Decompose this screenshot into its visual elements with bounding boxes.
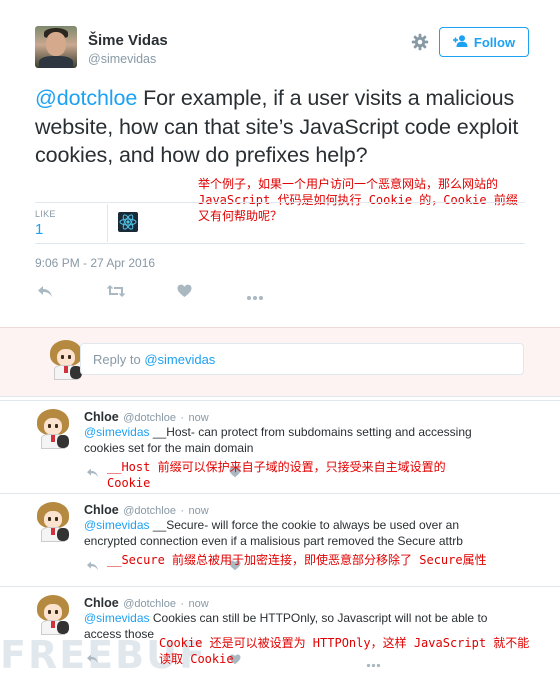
reply-icon[interactable] — [86, 465, 99, 483]
liker-avatar[interactable] — [118, 212, 138, 232]
like-count[interactable]: 1 — [35, 221, 43, 238]
reply-mention[interactable]: @simevidas — [84, 518, 150, 532]
reply-avatar[interactable] — [35, 595, 71, 635]
tweet-translation: 举个例子，如果一个用户访问一个恶意网站，那么网站的 JavaScript 代码是… — [198, 177, 518, 223]
retweet-icon[interactable] — [106, 284, 126, 303]
gear-icon[interactable] — [411, 33, 429, 51]
reply-dot: · — [180, 412, 185, 424]
reply-avatar[interactable] — [35, 502, 71, 542]
reply-mention[interactable]: @simevidas — [84, 611, 150, 625]
divider — [35, 243, 525, 244]
reply-time[interactable]: now — [189, 598, 209, 610]
reply-text: @simevidas __Secure- will force the cook… — [84, 517, 504, 549]
reply-handle[interactable]: @dotchloe — [123, 505, 176, 517]
reply-dot: · — [180, 598, 185, 610]
divider — [0, 586, 560, 587]
reply-mention[interactable]: @simevidas — [84, 425, 150, 439]
follow-label: Follow — [473, 34, 516, 50]
reply-name[interactable]: Chloe — [84, 503, 119, 517]
author-avatar[interactable] — [35, 26, 77, 68]
divider — [35, 202, 525, 203]
reply-prefix: Reply to — [93, 352, 145, 367]
current-user-avatar — [48, 340, 84, 380]
author-handle[interactable]: @simevidas — [88, 52, 156, 66]
add-user-icon — [452, 34, 469, 50]
reply-translation: __Host 前缀可以保护来自子域的设置，只接受来自主域设置的 Cookie — [107, 460, 446, 490]
stats-separator — [107, 204, 108, 242]
author-name[interactable]: Šime Vidas — [88, 32, 168, 49]
reply-time[interactable]: now — [189, 505, 209, 517]
reply-time[interactable]: now — [189, 412, 209, 424]
reply-dot: · — [180, 505, 185, 517]
reply-input[interactable]: Reply to @simevidas — [80, 343, 524, 375]
reply-name[interactable]: Chloe — [84, 410, 119, 424]
reply-icon[interactable] — [37, 284, 53, 303]
divider — [0, 400, 560, 401]
reply-avatar[interactable] — [35, 409, 71, 449]
heart-icon[interactable] — [177, 284, 192, 303]
divider — [0, 493, 560, 494]
like-label: LIKE — [35, 209, 56, 219]
reply-handle[interactable]: @dotchloe — [123, 598, 176, 610]
more-icon[interactable] — [246, 288, 264, 306]
reply-handle[interactable]: @dotchloe — [123, 412, 176, 424]
reply-icon[interactable] — [86, 651, 99, 669]
tweet-timestamp[interactable]: 9:06 PM - 27 Apr 2016 — [35, 256, 155, 270]
follow-button[interactable]: Follow — [439, 27, 529, 57]
reply-name[interactable]: Chloe — [84, 596, 119, 610]
tweet-mention[interactable]: @dotchloe — [35, 86, 137, 110]
tweet-text: @dotchloe For example, if a user visits … — [35, 84, 525, 170]
reply-icon[interactable] — [86, 558, 99, 576]
reply-mention: @simevidas — [144, 352, 216, 367]
reply-translation: __Secure 前缀总被用于加密连接，即使恶意部分移除了 Secure属性 — [107, 553, 487, 567]
reply-translation: Cookie 还是可以被设置为 HTTPOnly，这样 JavaScript 就… — [159, 636, 530, 666]
reply-text: @simevidas __Host- can protect from subd… — [84, 424, 504, 456]
